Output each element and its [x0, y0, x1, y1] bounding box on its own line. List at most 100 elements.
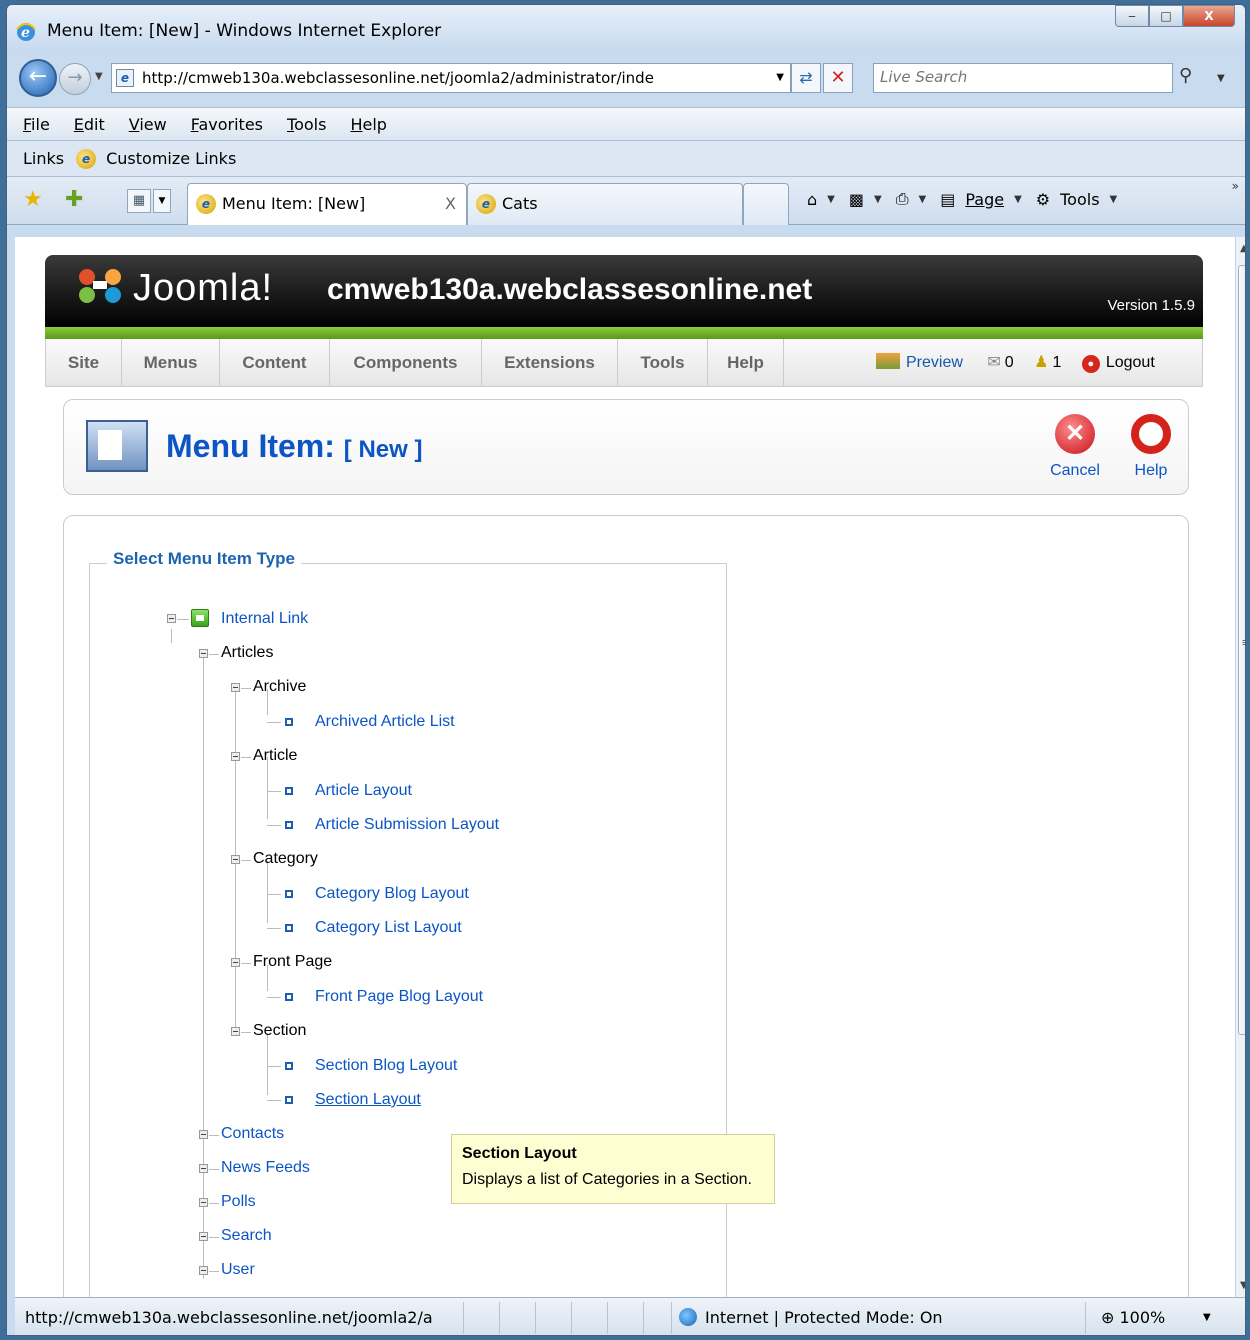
feeds-dropdown-icon[interactable]: ▼: [874, 194, 882, 205]
tree-link-article-layout[interactable]: Article Layout: [315, 782, 412, 800]
close-tab-icon[interactable]: X: [445, 194, 456, 213]
home-icon[interactable]: ⌂: [807, 190, 817, 209]
home-dropdown-icon[interactable]: ▼: [827, 194, 835, 205]
zoom-level[interactable]: ⊕ 100%: [1101, 1308, 1165, 1327]
collapse-front-page-icon[interactable]: [231, 958, 240, 967]
expand-search-icon[interactable]: [199, 1232, 208, 1241]
expand-polls-icon[interactable]: [199, 1198, 208, 1207]
tools-dropdown-icon[interactable]: ▼: [1110, 194, 1118, 205]
cancel-button[interactable]: ✕ Cancel: [1040, 414, 1110, 480]
cancel-icon: ✕: [1055, 414, 1095, 454]
refresh-button[interactable]: ⇄: [791, 63, 821, 93]
menu-favorites[interactable]: Favorites: [191, 115, 263, 134]
expand-contacts-icon[interactable]: [199, 1130, 208, 1139]
scroll-up-icon[interactable]: ▲: [1240, 243, 1245, 254]
zoom-dropdown-icon[interactable]: ▼: [1203, 1312, 1211, 1323]
tree-node-contacts[interactable]: Contacts: [221, 1125, 284, 1143]
search-input[interactable]: [880, 68, 1140, 86]
page-menu-button[interactable]: Page: [965, 190, 1004, 209]
scroll-down-icon[interactable]: ▼: [1240, 1280, 1245, 1291]
collapse-article-icon[interactable]: [231, 752, 240, 761]
maximize-button[interactable]: □: [1149, 5, 1183, 27]
vertical-scrollbar[interactable]: ▲ ≡ ▼: [1235, 237, 1245, 1297]
tools-gear-icon[interactable]: ⚙: [1036, 190, 1050, 209]
stop-button[interactable]: ✕: [823, 63, 853, 93]
collapse-articles-icon[interactable]: [199, 649, 208, 658]
logout-link[interactable]: Logout: [1106, 354, 1155, 371]
expand-news-feeds-icon[interactable]: [199, 1164, 208, 1173]
tree-link-section-layout[interactable]: Section Layout: [315, 1091, 421, 1109]
menu-edit[interactable]: Edit: [74, 115, 105, 134]
tree-node-article[interactable]: Article: [253, 747, 297, 765]
tree-link-archived-article-list[interactable]: Archived Article List: [315, 713, 455, 731]
recent-pages-dropdown-icon[interactable]: ▼: [95, 71, 103, 82]
address-dropdown-icon[interactable]: ▼: [776, 72, 784, 83]
tools-menu-button[interactable]: Tools: [1060, 190, 1099, 209]
menu-file[interactable]: File: [23, 115, 50, 134]
tree-node-polls[interactable]: Polls: [221, 1193, 256, 1211]
scrollbar-thumb[interactable]: ≡: [1238, 265, 1245, 1035]
preview-link[interactable]: Preview: [906, 354, 963, 371]
tree-node-news-feeds[interactable]: News Feeds: [221, 1159, 310, 1177]
print-dropdown-icon[interactable]: ▼: [919, 194, 927, 205]
print-icon[interactable]: ⎙: [896, 189, 909, 209]
add-favorite-icon[interactable]: ✚: [65, 187, 83, 212]
tree-node-section[interactable]: Section: [253, 1022, 306, 1040]
collapse-archive-icon[interactable]: [231, 683, 240, 692]
menu-view[interactable]: View: [129, 115, 167, 134]
tab-cats[interactable]: e Cats: [467, 183, 743, 225]
jmenu-tools[interactable]: Tools: [618, 339, 708, 386]
jmenu-help[interactable]: Help: [708, 339, 784, 386]
tree-node-user[interactable]: User: [221, 1261, 255, 1279]
new-tab-button[interactable]: [743, 183, 789, 225]
expand-user-icon[interactable]: [199, 1266, 208, 1275]
page-dropdown-icon[interactable]: ▼: [1014, 194, 1022, 205]
tree-node-category[interactable]: Category: [253, 850, 318, 868]
jmenu-components[interactable]: Components: [330, 339, 482, 386]
tab-list-dropdown-icon[interactable]: ▼: [153, 189, 171, 213]
tree-link-article-submission-layout[interactable]: Article Submission Layout: [315, 816, 499, 834]
jmenu-site[interactable]: Site: [46, 339, 122, 386]
jmenu-content[interactable]: Content: [220, 339, 330, 386]
menu-tools[interactable]: Tools: [287, 115, 326, 134]
back-button[interactable]: ←: [19, 59, 57, 97]
collapse-internal-link-icon[interactable]: [167, 614, 176, 623]
customize-links-link[interactable]: Customize Links: [106, 149, 236, 168]
tree-node-search[interactable]: Search: [221, 1227, 272, 1245]
users-icon[interactable]: ♟: [1034, 354, 1048, 371]
address-url[interactable]: http://cmweb130a.webclassesonline.net/jo…: [142, 69, 752, 87]
help-button[interactable]: Help: [1116, 414, 1186, 480]
collapse-section-icon[interactable]: [231, 1027, 240, 1036]
forward-button[interactable]: →: [59, 63, 91, 95]
preview-icon[interactable]: [876, 353, 900, 369]
tree-link-front-page-blog-layout[interactable]: Front Page Blog Layout: [315, 988, 483, 1006]
tree-node-front-page[interactable]: Front Page: [253, 953, 332, 971]
logout-icon[interactable]: ●: [1081, 355, 1100, 373]
toolbar-overflow-chevron-icon[interactable]: »: [1232, 179, 1239, 193]
page-menu-icon[interactable]: ▤: [940, 190, 955, 209]
tree-node-articles[interactable]: Articles: [221, 644, 273, 662]
tab-menu-item-new[interactable]: e Menu Item: [New] X: [187, 183, 467, 225]
messages-icon[interactable]: ✉: [987, 354, 1000, 371]
minimize-button[interactable]: ‒: [1115, 5, 1149, 27]
tree-link-category-blog-layout[interactable]: Category Blog Layout: [315, 885, 469, 903]
close-window-button[interactable]: X: [1183, 5, 1235, 27]
feeds-icon[interactable]: ▩: [849, 190, 864, 209]
favorites-star-icon[interactable]: ★: [23, 187, 43, 212]
messages-count[interactable]: 0: [1005, 354, 1014, 371]
quick-tabs-icon[interactable]: ▦: [127, 189, 151, 213]
jmenu-extensions[interactable]: Extensions: [482, 339, 618, 386]
tree-node-internal-link[interactable]: Internal Link: [221, 610, 308, 628]
users-count[interactable]: 1: [1052, 354, 1061, 371]
address-bar[interactable]: e http://cmweb130a.webclassesonline.net/…: [111, 63, 791, 93]
search-icon[interactable]: ⚲: [1179, 65, 1192, 86]
security-zone[interactable]: Internet | Protected Mode: On: [679, 1308, 943, 1327]
tree-link-section-blog-layout[interactable]: Section Blog Layout: [315, 1057, 457, 1075]
live-search-box[interactable]: [873, 63, 1173, 93]
menu-help[interactable]: Help: [350, 115, 386, 134]
search-dropdown-icon[interactable]: ▼: [1217, 73, 1225, 84]
jmenu-menus[interactable]: Menus: [122, 339, 220, 386]
collapse-category-icon[interactable]: [231, 855, 240, 864]
tree-link-category-list-layout[interactable]: Category List Layout: [315, 919, 462, 937]
tree-node-archive[interactable]: Archive: [253, 678, 306, 696]
